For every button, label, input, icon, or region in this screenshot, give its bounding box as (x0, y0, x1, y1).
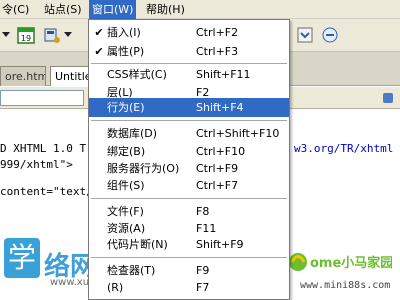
calendar-icon[interactable]: 19 (16, 25, 36, 45)
code-line: 999/xhtml"> (0, 158, 73, 171)
dropdown-arrow-icon[interactable] (64, 32, 72, 37)
menu-separator (91, 63, 287, 64)
check-icon: ✔ (94, 45, 104, 58)
code-line: content="text/ (0, 185, 93, 198)
menu-bar: 令(C) 站点(S) 窗口(W) 帮助(H) (0, 0, 400, 19)
menu-item-behaviors[interactable]: 行为(E) Shift+F4 (89, 98, 289, 117)
window-menu-dropdown: ✔ 插入(I) Ctrl+F2 ✔ 属性(P) Ctrl+F3 CSS样式(C)… (88, 19, 290, 300)
menu-separator (91, 257, 287, 258)
path-input[interactable] (0, 90, 84, 106)
toolbar-icon[interactable] (295, 25, 315, 45)
check-icon: ✔ (94, 26, 104, 39)
menu-item-properties[interactable]: ✔ 属性(P) Ctrl+F3 (89, 42, 289, 61)
menu-site[interactable]: 站点(S) (44, 2, 82, 17)
pin-icon[interactable] (383, 93, 393, 103)
code-line: D XHTML 1.0 T (0, 142, 87, 155)
home-url: www.mini88s.com (300, 280, 391, 291)
menu-item-snippets[interactable]: 代码片断(N) Shift+F9 (89, 235, 289, 254)
watermark-logo: 学 (4, 238, 40, 278)
menu-separator (91, 198, 287, 199)
menu-help[interactable]: 帮助(H) (146, 2, 185, 17)
menu-item-databases[interactable]: 数据库(D) Ctrl+Shift+F10 (89, 124, 289, 143)
toolbar-icon[interactable] (320, 25, 340, 45)
menu-item-css-styles[interactable]: CSS样式(C) Shift+F11 (89, 65, 289, 84)
code-line-url: w3.org/TR/xhtml (294, 142, 394, 155)
dropdown-arrow-icon[interactable] (2, 32, 10, 37)
menu-item-results[interactable]: (R) F7 (89, 278, 289, 297)
menu-command[interactable]: 令(C) (2, 2, 29, 17)
menu-item-insert[interactable]: ✔ 插入(I) Ctrl+F2 (89, 23, 289, 42)
tab-document-2[interactable]: Untitled (50, 66, 92, 86)
server-icon[interactable] (42, 25, 62, 45)
home-logo-text: ome小马家园 (310, 255, 392, 271)
menu-item-components[interactable]: 组件(S) Ctrl+F7 (89, 176, 289, 195)
tab-document-1[interactable]: ore.html (0, 66, 46, 86)
menu-separator (91, 120, 287, 121)
menu-window[interactable]: 窗口(W) (89, 0, 137, 19)
home-logo: ome小马家园 (289, 253, 392, 271)
svg-text:19: 19 (21, 34, 31, 43)
